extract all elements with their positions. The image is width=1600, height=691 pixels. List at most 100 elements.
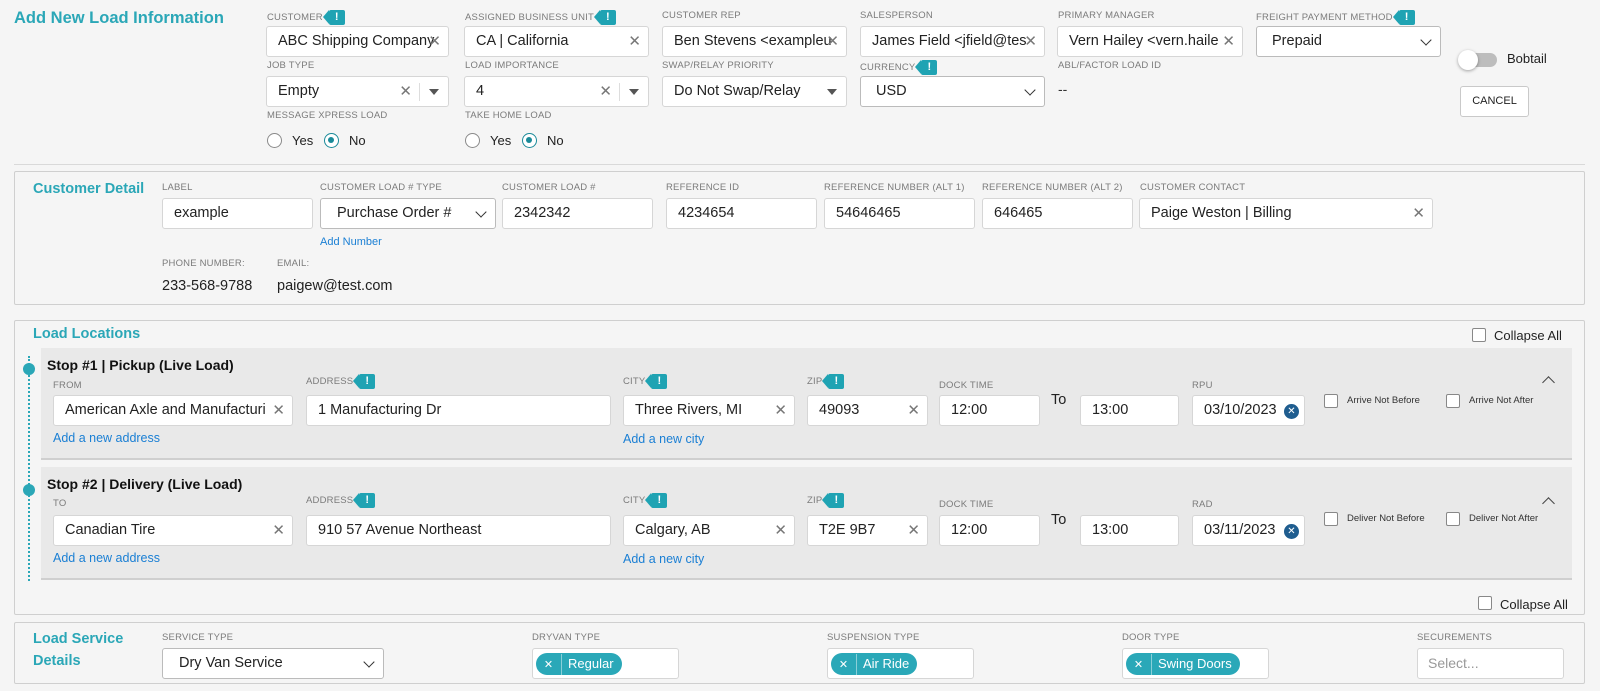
chevron-up-icon[interactable] [1542,376,1555,389]
clear-icon[interactable]: ✕ [1024,27,1037,56]
door-type-field[interactable]: ✕ Swing Doors [1122,648,1269,679]
zip-field[interactable]: T2E 9B7 ✕ [807,515,928,546]
zip-label: ZIP! [807,493,845,508]
suspension-type-field[interactable]: ✕ Air Ride [827,648,974,679]
required-badge-icon: ! [645,493,668,508]
salesperson-label: SALESPERSON [860,10,933,21]
swap-priority-label: SWAP/RELAY PRIORITY [662,60,774,71]
freight-payment-label: FREIGHT PAYMENT METHOD! [1256,10,1415,25]
email-label: EMAIL: [277,258,310,269]
arrive-not-before-checkbox[interactable] [1324,394,1338,408]
load-num-type-select[interactable]: Purchase Order # [320,198,496,229]
address-input[interactable]: 910 57 Avenue Northeast [306,515,611,546]
load-service-title-line2: Details [33,653,81,669]
add-city-link[interactable]: Add a new city [623,432,704,446]
customer-rep-label: CUSTOMER REP [662,10,741,21]
dryvan-type-field[interactable]: ✕ Regular [532,648,679,679]
business-unit-field[interactable]: CA | California ✕ [464,26,649,57]
clear-icon[interactable]: ✕ [272,516,285,545]
message-xpress-yes-radio[interactable] [267,133,282,148]
city-label: CITY! [623,374,668,389]
collapse-all-checkbox[interactable] [1472,328,1486,342]
from-field[interactable]: American Axle and Manufacturi ✕ [53,395,293,426]
customer-field[interactable]: ABC Shipping Company ✕ [266,26,449,57]
rad-date-input[interactable]: 03/11/2023 ✕ [1192,515,1305,546]
required-badge-icon: ! [353,493,376,508]
clear-icon[interactable]: ✕ [599,77,612,106]
clear-date-icon[interactable]: ✕ [1284,404,1299,419]
label-input[interactable]: example [162,198,313,229]
remove-tag-icon[interactable]: ✕ [831,654,857,676]
swap-priority-select[interactable]: Do Not Swap/Relay [662,76,847,107]
load-importance-select[interactable]: 4 ✕ [464,76,649,107]
clear-icon[interactable]: ✕ [907,516,920,545]
bobtail-toggle[interactable] [1458,50,1497,70]
clear-icon[interactable]: ✕ [272,396,285,425]
clear-icon[interactable]: ✕ [1412,199,1425,228]
dock-time-from-input[interactable]: 12:00 [939,395,1040,426]
timeline-dot [23,363,35,375]
clear-date-icon[interactable]: ✕ [1284,524,1299,539]
clear-icon[interactable]: ✕ [774,516,787,545]
primary-manager-field[interactable]: Vern Hailey <vern.haile ✕ [1057,26,1243,57]
dock-time-from-input[interactable]: 12:00 [939,515,1040,546]
dock-time-to-input[interactable]: 13:00 [1080,395,1179,426]
rpu-date-input[interactable]: 03/10/2023 ✕ [1192,395,1305,426]
load-service-title: Load Service [33,631,124,647]
customer-label: CUSTOMER! [267,10,345,25]
securements-select[interactable]: Select... [1417,648,1564,679]
arrive-not-after-checkbox[interactable] [1446,394,1460,408]
stop-card: Stop #1 | Pickup (Live Load) FROM Americ… [41,348,1572,460]
stop-card: Stop #2 | Delivery (Live Load) TO Canadi… [41,467,1572,580]
clear-icon[interactable]: ✕ [428,27,441,56]
job-type-select[interactable]: Empty ✕ [266,76,449,107]
ref-alt2-label: REFERENCE NUMBER (ALT 2) [982,182,1123,193]
customer-rep-field[interactable]: Ben Stevens <exampleu ✕ [662,26,847,57]
dock-time-to-input[interactable]: 13:00 [1080,515,1179,546]
add-city-link[interactable]: Add a new city [623,552,704,566]
chevron-down-icon [475,206,487,218]
city-field[interactable]: Three Rivers, MI ✕ [623,395,795,426]
add-address-link[interactable]: Add a new address [53,431,160,445]
deliver-not-after-checkbox[interactable] [1446,512,1460,526]
chevron-down-icon [1024,84,1036,96]
take-home-yes-radio[interactable] [465,133,480,148]
header-divider [14,164,1585,165]
clear-icon[interactable]: ✕ [774,396,787,425]
phone-value: 233-568-9788 [162,278,253,294]
address-input[interactable]: 1 Manufacturing Dr [306,395,611,426]
deliver-not-before-checkbox[interactable] [1324,512,1338,526]
cancel-button[interactable]: CANCEL [1460,86,1529,117]
to-field[interactable]: Canadian Tire ✕ [53,515,293,546]
contact-field[interactable]: Paige Weston | Billing ✕ [1139,198,1433,229]
freight-payment-select[interactable]: Prepaid [1256,26,1441,57]
clear-icon[interactable]: ✕ [628,27,641,56]
add-address-link[interactable]: Add a new address [53,551,160,565]
remove-tag-icon[interactable]: ✕ [536,654,562,676]
radio-label: No [547,133,564,148]
clear-icon[interactable]: ✕ [1222,27,1235,56]
caret-down-icon [629,89,639,95]
deliver-not-before-label: Deliver Not Before [1347,513,1425,524]
required-badge-icon: ! [915,60,938,75]
add-number-link[interactable]: Add Number [320,236,382,248]
take-home-no-radio[interactable] [522,133,537,148]
currency-select[interactable]: USD [860,76,1045,107]
ref-alt2-input[interactable]: 646465 [982,198,1133,229]
service-type-select[interactable]: Dry Van Service [162,648,384,679]
clear-icon[interactable]: ✕ [399,77,412,106]
zip-field[interactable]: 49093 ✕ [807,395,928,426]
clear-icon[interactable]: ✕ [907,396,920,425]
message-xpress-no-radio[interactable] [324,133,339,148]
clear-icon[interactable]: ✕ [826,27,839,56]
ref-alt1-input[interactable]: 54646465 [824,198,975,229]
collapse-all-bottom-checkbox[interactable] [1478,596,1492,610]
chevron-up-icon[interactable] [1542,497,1555,510]
salesperson-field[interactable]: James Field <jfield@tes ✕ [860,26,1045,57]
currency-label: CURRENCY! [860,60,938,75]
securements-label: SECUREMENTS [1417,632,1493,643]
remove-tag-icon[interactable]: ✕ [1126,654,1152,676]
reference-id-input[interactable]: 4234654 [666,198,817,229]
city-field[interactable]: Calgary, AB ✕ [623,515,795,546]
load-num-input[interactable]: 2342342 [502,198,653,229]
